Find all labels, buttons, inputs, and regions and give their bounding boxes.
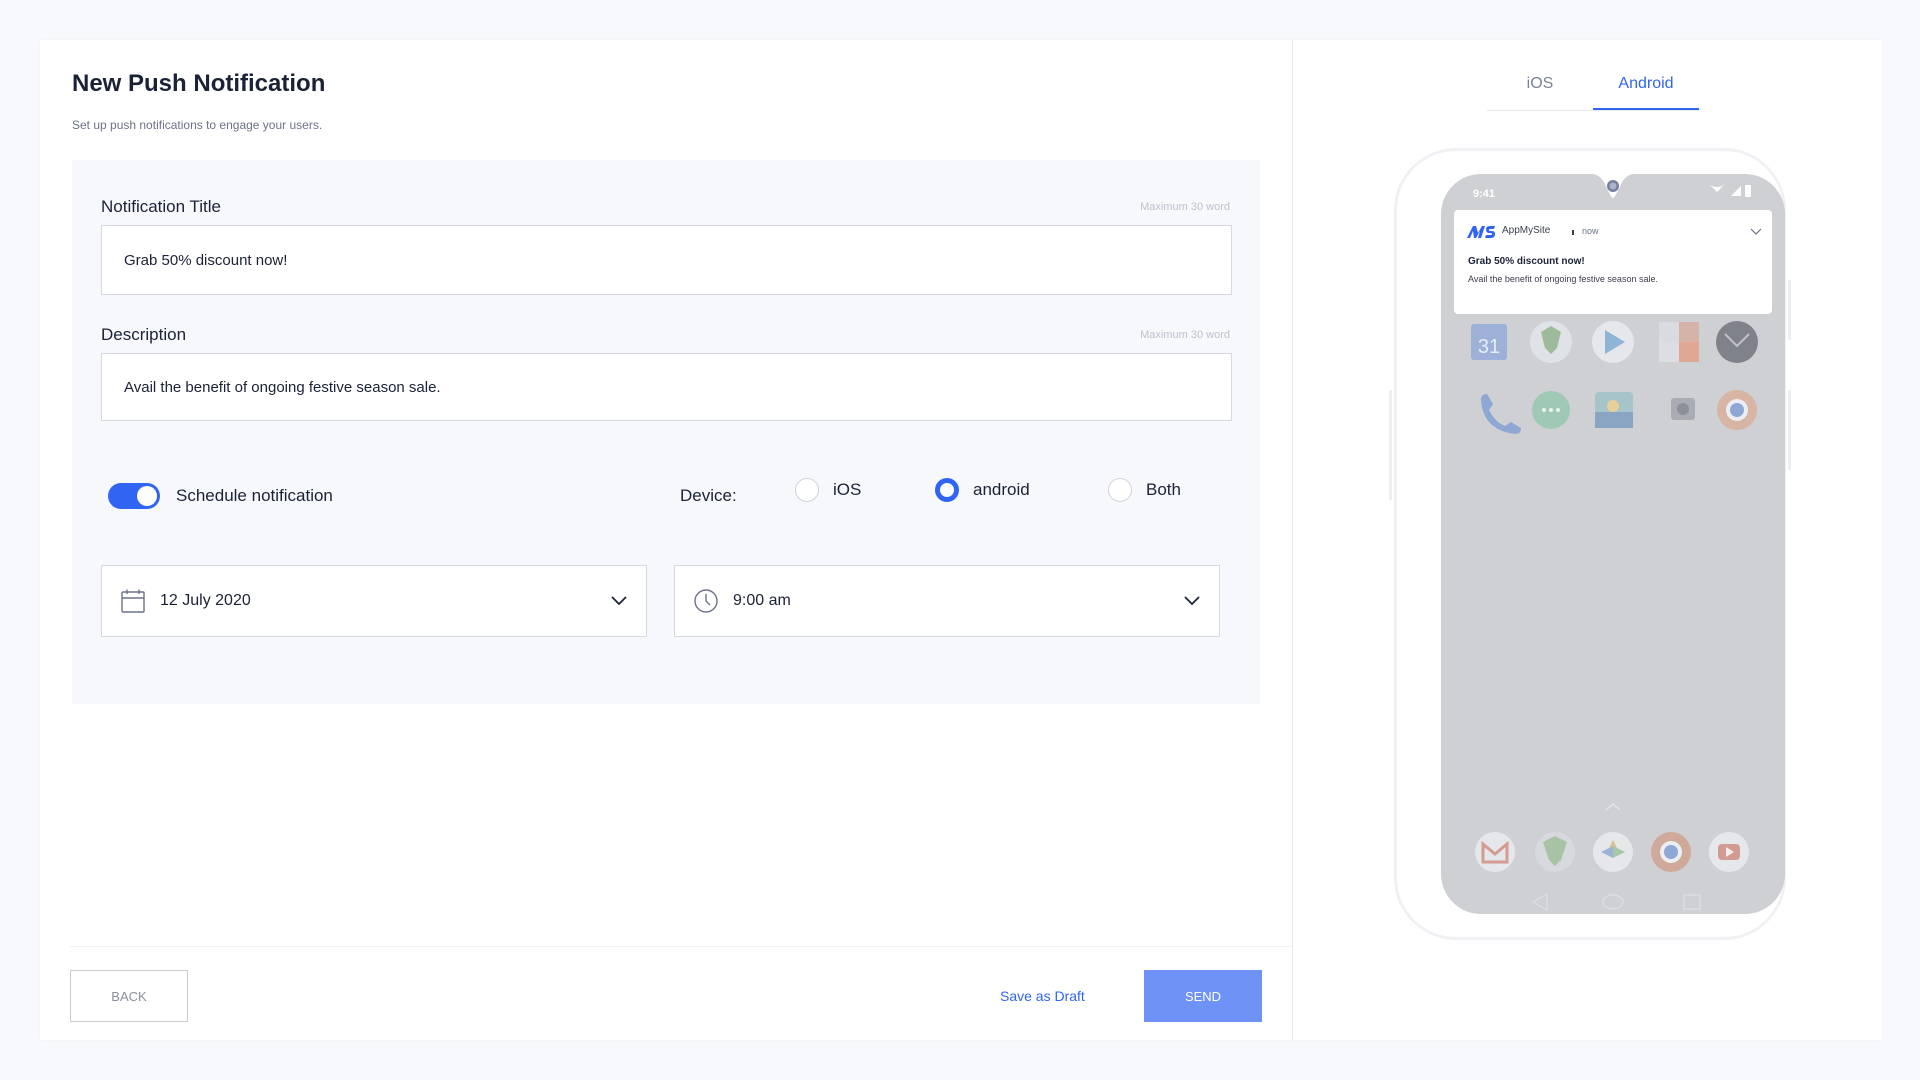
radio-android[interactable] (935, 478, 959, 502)
schedule-notification-label: Schedule notification (176, 486, 333, 505)
save-as-draft-link[interactable]: Save as Draft (1000, 988, 1085, 1004)
description-input[interactable]: Avail the benefit of ongoing festive sea… (101, 353, 1232, 421)
device-option-android[interactable]: android (935, 478, 1030, 502)
date-value: 12 July 2020 (160, 592, 251, 609)
tab-ios[interactable]: iOS (1487, 70, 1593, 110)
device-option-android-label: android (973, 480, 1030, 499)
notification-preview-description: Avail the benefit of ongoing festive sea… (1468, 274, 1658, 284)
notification-app-name: AppMySite (1502, 225, 1551, 236)
tab-android[interactable]: Android (1593, 70, 1699, 110)
back-button[interactable]: BACK (70, 970, 188, 1022)
chevron-down-icon (1183, 592, 1201, 610)
notification-title-hint: Maximum 30 word (1140, 201, 1230, 213)
description-hint: Maximum 30 word (1140, 329, 1230, 341)
preview-pane: iOS Android 31 9:41 AppMySite now Grab 5… (1293, 40, 1882, 1040)
main-card: New Push Notification Set up push notifi… (40, 40, 1882, 1040)
form-panel: Notification Title Maximum 30 word Grab … (72, 160, 1260, 704)
page-subtitle: Set up push notifications to engage your… (72, 118, 323, 132)
time-select[interactable]: 9:00 am (674, 565, 1220, 637)
device-option-ios-label: iOS (833, 480, 862, 499)
radio-ios[interactable] (795, 478, 819, 502)
description-label: Description (101, 325, 187, 344)
notification-time: now (1582, 226, 1599, 236)
phone-screen: 31 9:41 AppMySite now Grab 50% discount … (1441, 174, 1785, 914)
device-option-ios[interactable]: iOS (795, 478, 861, 502)
notification-title-input[interactable]: Grab 50% discount now! (101, 225, 1232, 295)
page-title: New Push Notification (72, 70, 326, 97)
notification-separator-dot (1572, 230, 1574, 235)
notification-preview-title: Grab 50% discount now! (1468, 256, 1585, 267)
notification-preview-card[interactable]: AppMySite now Grab 50% discount now! Ava… (1454, 210, 1772, 314)
chevron-down-icon (610, 592, 628, 610)
chevron-down-icon[interactable] (1750, 228, 1762, 236)
calendar-icon (120, 588, 146, 614)
clock-icon (693, 588, 719, 614)
footer-divider (70, 946, 1292, 947)
time-value: 9:00 am (733, 592, 791, 609)
notification-title-label: Notification Title (101, 197, 221, 216)
platform-tabs: iOS Android (1487, 70, 1699, 111)
phone-side-button (1788, 390, 1791, 470)
schedule-toggle[interactable] (108, 483, 160, 509)
send-button[interactable]: SEND (1144, 970, 1262, 1022)
device-label: Device: (680, 486, 737, 505)
device-option-both[interactable]: Both (1108, 478, 1181, 502)
phone-side-button (1389, 390, 1392, 500)
notification-form-pane: New Push Notification Set up push notifi… (40, 40, 1293, 1040)
appmysite-logo-icon (1467, 226, 1495, 238)
toggle-knob (137, 486, 157, 506)
phone-side-button (1788, 280, 1791, 340)
date-select[interactable]: 12 July 2020 (101, 565, 647, 637)
radio-both[interactable] (1108, 478, 1132, 502)
device-option-both-label: Both (1146, 480, 1181, 499)
status-bar-time: 9:41 (1473, 188, 1496, 200)
svg-text:31: 31 (1478, 336, 1500, 358)
